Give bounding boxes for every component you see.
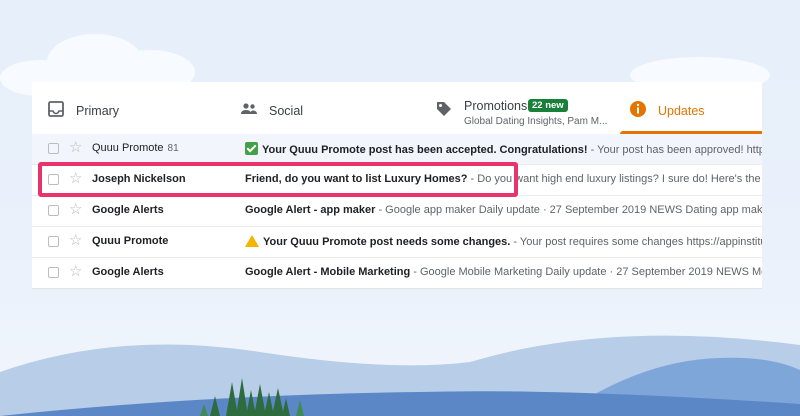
thread-count: 81 [167,143,179,154]
email-subject: Your Quuu Promote post needs some change… [263,236,511,248]
warning-emoji-icon [245,235,259,247]
tab-updates-label: Updates [658,104,705,118]
email-snippet: Google Alert - app maker - Google app ma… [245,204,762,216]
people-icon [241,103,257,114]
inbox-icon [48,101,64,117]
email-row[interactable]: ☆ Google Alerts Google Alert - app maker… [32,196,762,227]
tab-updates[interactable]: Updates [620,82,762,134]
email-subject: Google Alert - app maker [245,204,376,216]
sender-name: Quuu Promote [92,235,169,247]
star-icon[interactable]: ☆ [69,232,82,250]
highlight-box [38,162,518,197]
select-checkbox[interactable] [48,143,59,154]
sender-name: Google Alerts [92,204,164,216]
tab-promotions[interactable]: Promotions 22 new Global Dating Insights… [434,82,614,134]
email-snippet: Your Quuu Promote post has been accepted… [245,142,762,156]
select-checkbox[interactable] [48,267,59,278]
tab-social-label: Social [269,104,304,118]
tab-promotions-label: Promotions [464,99,528,113]
new-count-badge: 22 new [528,99,568,112]
email-row[interactable]: ☆ Quuu Promote 81 Your Quuu Promote post … [32,134,762,165]
email-preview: - Google app maker Daily update · 27 Sep… [375,204,762,216]
email-preview: - Google Mobile Marketing Daily update ·… [410,266,762,278]
tag-icon [437,102,451,116]
select-checkbox[interactable] [48,205,59,216]
category-tabs: Primary Social Promotions 22 new Global … [32,82,762,135]
check-emoji-icon [245,142,258,155]
email-preview: - Your post has been approved! https://a… [590,144,762,156]
email-row[interactable]: ☆ Google Alerts Google Alert - Mobile Ma… [32,258,762,288]
tab-social[interactable]: Social [239,82,419,134]
tab-primary[interactable]: Primary [46,82,216,134]
star-icon[interactable]: ☆ [69,201,82,219]
email-subject: Google Alert - Mobile Marketing [245,266,411,278]
star-icon[interactable]: ☆ [69,139,82,157]
star-icon[interactable]: ☆ [69,263,82,281]
sender-name: Google Alerts [92,266,164,278]
email-preview: - Your post requires some changes https:… [510,236,762,248]
sender-name: Quuu Promote 81 [92,142,179,154]
email-snippet: Your Quuu Promote post needs some change… [245,235,762,248]
info-icon [630,101,646,117]
email-row[interactable]: ☆ Quuu Promote Your Quuu Promote post ne… [32,227,762,258]
tab-primary-label: Primary [76,104,120,118]
email-snippet: Google Alert - Mobile Marketing - Google… [245,266,762,278]
select-checkbox[interactable] [48,236,59,247]
email-subject: Your Quuu Promote post has been accepted… [262,144,588,156]
tab-promotions-senders: Global Dating Insights, Pam M... [464,116,608,127]
